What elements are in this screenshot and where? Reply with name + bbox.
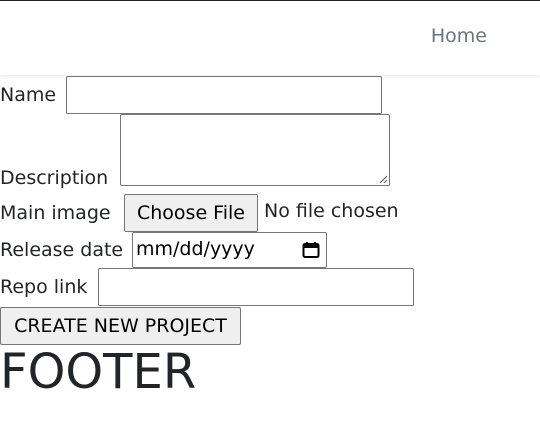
release-date-label: Release date <box>0 239 124 261</box>
repo-link-input[interactable] <box>98 268 414 306</box>
file-status-text: No file chosen <box>264 200 399 222</box>
description-label: Description <box>0 167 109 189</box>
name-label: Name <box>0 84 57 106</box>
resize-grip-icon[interactable] <box>379 175 387 183</box>
name-input[interactable] <box>66 76 382 114</box>
nav-home-link[interactable]: Home <box>431 25 487 47</box>
description-textarea[interactable] <box>120 114 390 186</box>
footer-text: FOOTER <box>0 344 197 400</box>
create-project-button[interactable]: CREATE NEW PROJECT <box>0 307 241 345</box>
release-date-placeholder: mm/dd/yyyy <box>136 238 255 260</box>
release-date-input[interactable]: mm/dd/yyyy <box>132 232 327 268</box>
choose-file-button[interactable]: Choose File <box>124 194 258 232</box>
main-image-label: Main image <box>0 202 111 224</box>
calendar-icon[interactable] <box>301 240 321 260</box>
page: Home Name Description Main image Choose … <box>0 0 540 435</box>
navbar: Home <box>0 1 540 75</box>
repo-link-label: Repo link <box>0 276 88 298</box>
